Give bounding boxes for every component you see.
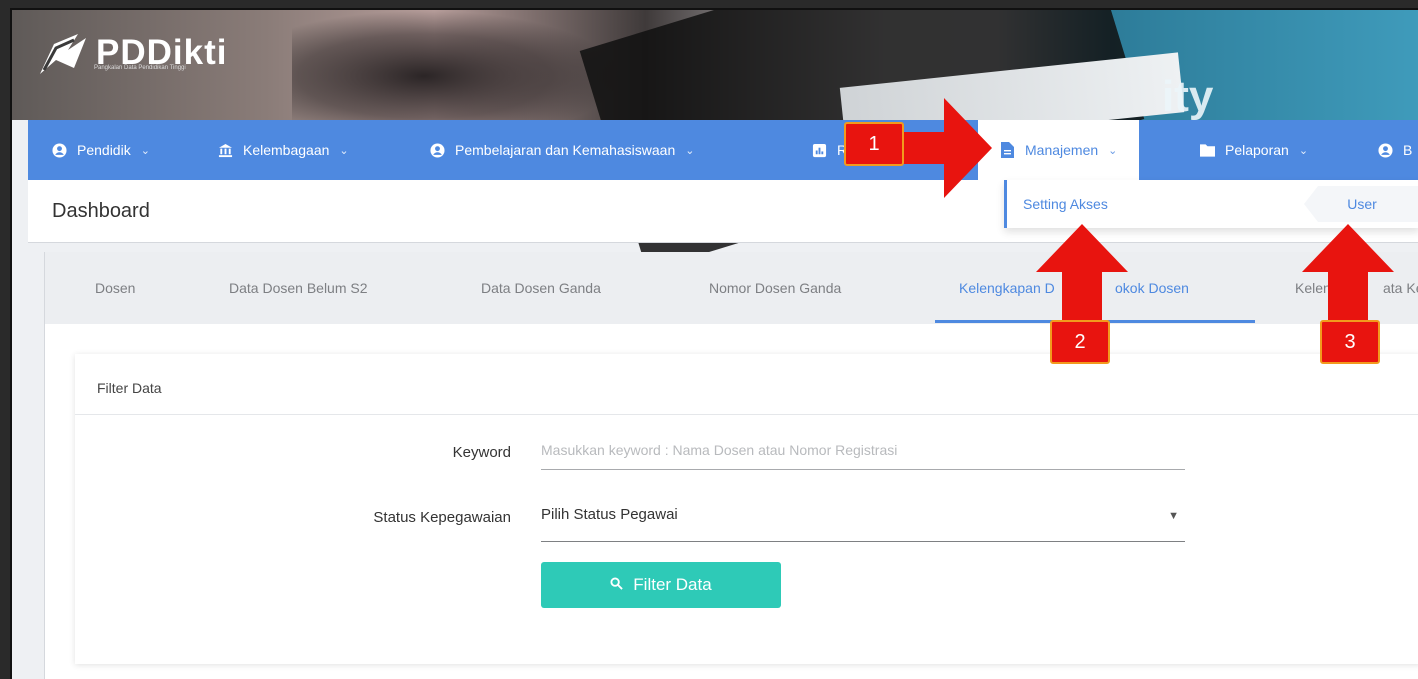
- filter-card-header: Filter Data: [75, 354, 1418, 415]
- nav-kelembagaan[interactable]: Kelembagaan ⌄: [218, 120, 349, 180]
- chevron-down-icon: ⌄: [339, 144, 349, 157]
- main-nav: Pendidik ⌄ Kelembagaan ⌄ Pembelajaran da…: [28, 120, 1418, 180]
- chevron-down-icon: ⌄: [685, 144, 695, 157]
- nav-pembelajaran[interactable]: Pembelajaran dan Kemahasiswaan ⌄: [430, 120, 694, 180]
- keyword-input[interactable]: [541, 442, 1185, 458]
- filter-data-button[interactable]: Filter Data: [541, 562, 781, 608]
- nav-pelaporan[interactable]: Pelaporan ⌄: [1200, 120, 1308, 180]
- document-icon: [1000, 142, 1015, 158]
- user-circle-icon: [52, 142, 67, 158]
- brand-logo[interactable]: PDDikti: [34, 24, 227, 82]
- tab-dosen[interactable]: Dosen: [95, 252, 135, 324]
- manajemen-dropdown: Setting Akses User: [1004, 180, 1418, 228]
- annotation-badge-2: 2: [1050, 320, 1110, 364]
- status-kepegawaian-label: Status Kepegawaian: [373, 509, 511, 526]
- nav-b[interactable]: B: [1378, 120, 1412, 180]
- chevron-down-icon: ⌄: [140, 144, 150, 157]
- filter-card-title: Filter Data: [97, 380, 162, 396]
- status-select-value: Pilih Status Pegawai: [541, 506, 678, 523]
- nav-label: Pendidik: [77, 142, 131, 158]
- annotation-badge-3: 3: [1320, 320, 1380, 364]
- institution-icon: [218, 143, 233, 158]
- page-title: Dashboard: [52, 200, 150, 222]
- search-icon: [610, 577, 624, 593]
- tab-data-dosen-belum-s2[interactable]: Data Dosen Belum S2: [229, 252, 368, 324]
- brand-tagline: Pangkalan Data Pendidikan Tinggi: [94, 65, 186, 71]
- user-circle-icon: [1378, 142, 1393, 158]
- nav-manajemen[interactable]: Manajemen ⌄: [978, 120, 1140, 180]
- nav-label: Manajemen: [1025, 142, 1099, 158]
- nav-pendidik[interactable]: Pendidik ⌄: [52, 120, 150, 180]
- tab-bar: Dosen Data Dosen Belum S2 Data Dosen Gan…: [44, 252, 1418, 324]
- folder-icon: [1200, 143, 1215, 158]
- status-kepegawaian-select[interactable]: Pilih Status Pegawai ▼: [541, 506, 1185, 542]
- header-banner: ity PDDikti Pangkalan Data Pendidikan Ti…: [12, 10, 1418, 271]
- caret-down-icon: ▼: [1168, 510, 1179, 522]
- chevron-down-icon: ⌄: [1108, 144, 1118, 157]
- annotation-arrow-up-2: [1036, 224, 1128, 334]
- main-content: Filter Data Keyword Status Kepegawaian P…: [44, 324, 1418, 679]
- nav-label: Kelembagaan: [243, 142, 330, 158]
- logo-icon: [34, 24, 92, 82]
- annotation-badge-1: 1: [844, 122, 904, 166]
- banner-text: ity: [1162, 72, 1214, 121]
- annotation-arrow-up-3: [1302, 224, 1394, 334]
- keyword-field[interactable]: [541, 442, 1185, 470]
- chart-icon: [812, 143, 827, 158]
- keyword-label: Keyword: [452, 444, 511, 461]
- nav-report[interactable]: R: [812, 120, 847, 180]
- annotation-arrow-right: [902, 98, 992, 198]
- app-window: ity PDDikti Pangkalan Data Pendidikan Ti…: [10, 8, 1418, 679]
- filter-card: Filter Data Keyword Status Kepegawaian P…: [75, 354, 1418, 664]
- filter-button-label: Filter Data: [633, 575, 712, 594]
- menu-item-setting-akses[interactable]: Setting Akses: [1004, 180, 1294, 228]
- chevron-down-icon: ⌄: [1298, 144, 1309, 157]
- nav-label: Pembelajaran dan Kemahasiswaan: [455, 142, 676, 158]
- tab-data-dosen-ganda[interactable]: Data Dosen Ganda: [481, 252, 601, 324]
- nav-label: B: [1403, 142, 1413, 158]
- nav-label: Pelaporan: [1225, 142, 1289, 158]
- menu-item-user[interactable]: User: [1304, 186, 1418, 222]
- tab-nomor-dosen-ganda[interactable]: Nomor Dosen Ganda: [709, 252, 841, 324]
- user-circle-icon: [430, 142, 445, 158]
